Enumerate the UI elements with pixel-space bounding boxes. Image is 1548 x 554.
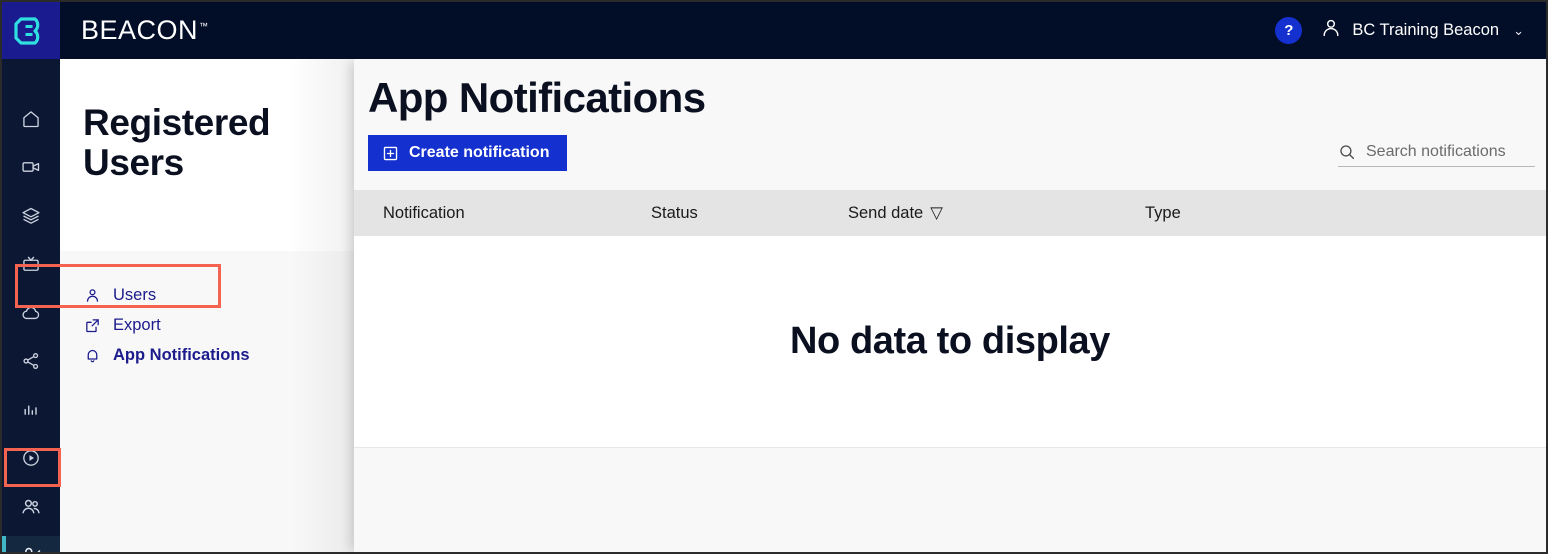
rail-item-registered-users[interactable]	[2, 535, 60, 552]
app-window: BEACON™ ? BC Training Beacon ⌄ Registere…	[0, 0, 1548, 554]
play-circle-icon	[21, 448, 41, 468]
table-body: No data to display	[354, 236, 1546, 448]
person-icon	[84, 287, 101, 304]
help-button[interactable]: ?	[1275, 17, 1303, 44]
top-bar: BEACON™ ? BC Training Beacon ⌄	[2, 2, 1546, 59]
search-icon	[1338, 143, 1356, 161]
rail-item-playback[interactable]	[2, 439, 60, 479]
rail-item-distribution[interactable]	[2, 342, 60, 382]
sidebar-item-app-notifications[interactable]: App Notifications	[60, 340, 354, 370]
person-icon	[1320, 17, 1342, 44]
table-footer	[354, 448, 1546, 552]
secondary-sidebar-header: Registered Users	[60, 59, 354, 251]
layers-icon	[21, 206, 41, 226]
rail-item-live[interactable]	[2, 148, 60, 188]
brand-text: BEACON	[81, 15, 199, 45]
account-menu[interactable]: BC Training Beacon ⌄	[1320, 17, 1524, 44]
home-icon	[21, 109, 41, 129]
rail-item-channels[interactable]	[2, 245, 60, 285]
page-title: App Notifications	[368, 74, 706, 121]
bell-icon	[84, 347, 101, 364]
sidebar-item-label: Export	[113, 315, 161, 334]
share-icon	[21, 351, 41, 371]
analytics-icon	[21, 400, 41, 420]
video-camera-icon	[21, 157, 41, 177]
column-header-send-date[interactable]: Send date ▽	[848, 203, 1145, 223]
top-bar-right-group: ? BC Training Beacon ⌄	[1275, 17, 1546, 44]
column-header-type[interactable]: Type	[1145, 204, 1345, 223]
search-input[interactable]	[1366, 143, 1535, 161]
people-icon	[20, 496, 42, 518]
sidebar-item-label: Users	[113, 285, 157, 304]
create-notification-label: Create notification	[409, 144, 550, 161]
sidebar-item-users[interactable]: Users	[60, 280, 354, 310]
rail-item-audience[interactable]	[2, 487, 60, 527]
trademark-symbol: ™	[199, 21, 209, 31]
cloud-icon	[21, 303, 41, 323]
question-mark-icon: ?	[1284, 22, 1294, 39]
table-header-row: Notification Status Send date ▽ Type	[354, 190, 1546, 236]
account-name: BC Training Beacon	[1352, 21, 1500, 39]
brand-wordmark: BEACON™	[81, 15, 209, 46]
rail-item-cloud[interactable]	[2, 293, 60, 333]
plus-square-icon	[382, 145, 399, 162]
column-header-send-date-label: Send date	[848, 203, 924, 222]
column-header-notification[interactable]: Notification	[354, 204, 651, 223]
empty-state-message: No data to display	[789, 320, 1111, 362]
primary-nav-rail	[2, 59, 60, 552]
beacon-b-logo-icon	[14, 14, 48, 48]
person-check-icon	[20, 544, 42, 552]
beacon-logo-tile[interactable]	[2, 2, 60, 59]
external-link-icon	[84, 317, 101, 334]
create-notification-button[interactable]: Create notification	[368, 135, 568, 171]
sidebar-item-label: App Notifications	[113, 345, 250, 364]
rail-item-home[interactable]	[2, 99, 60, 139]
page-section-title: Registered Users	[83, 102, 271, 183]
main-header: App Notifications Create notification	[354, 59, 1546, 190]
tv-icon	[21, 254, 41, 274]
sort-descending-icon: ▽	[930, 204, 943, 222]
rail-item-library[interactable]	[2, 196, 60, 236]
column-header-status[interactable]: Status	[651, 204, 848, 223]
sidebar-item-export[interactable]: Export	[60, 310, 354, 340]
main-content-panel: App Notifications Create notification Se…	[354, 59, 1546, 552]
chevron-down-icon: ⌄	[1513, 22, 1524, 38]
secondary-sidebar: Registered Users Users Export App Notifi…	[60, 59, 354, 552]
secondary-sidebar-list: Users Export App Notifications	[60, 251, 354, 552]
search-notifications-field[interactable]	[1338, 143, 1535, 167]
rail-item-analytics[interactable]	[2, 390, 60, 430]
